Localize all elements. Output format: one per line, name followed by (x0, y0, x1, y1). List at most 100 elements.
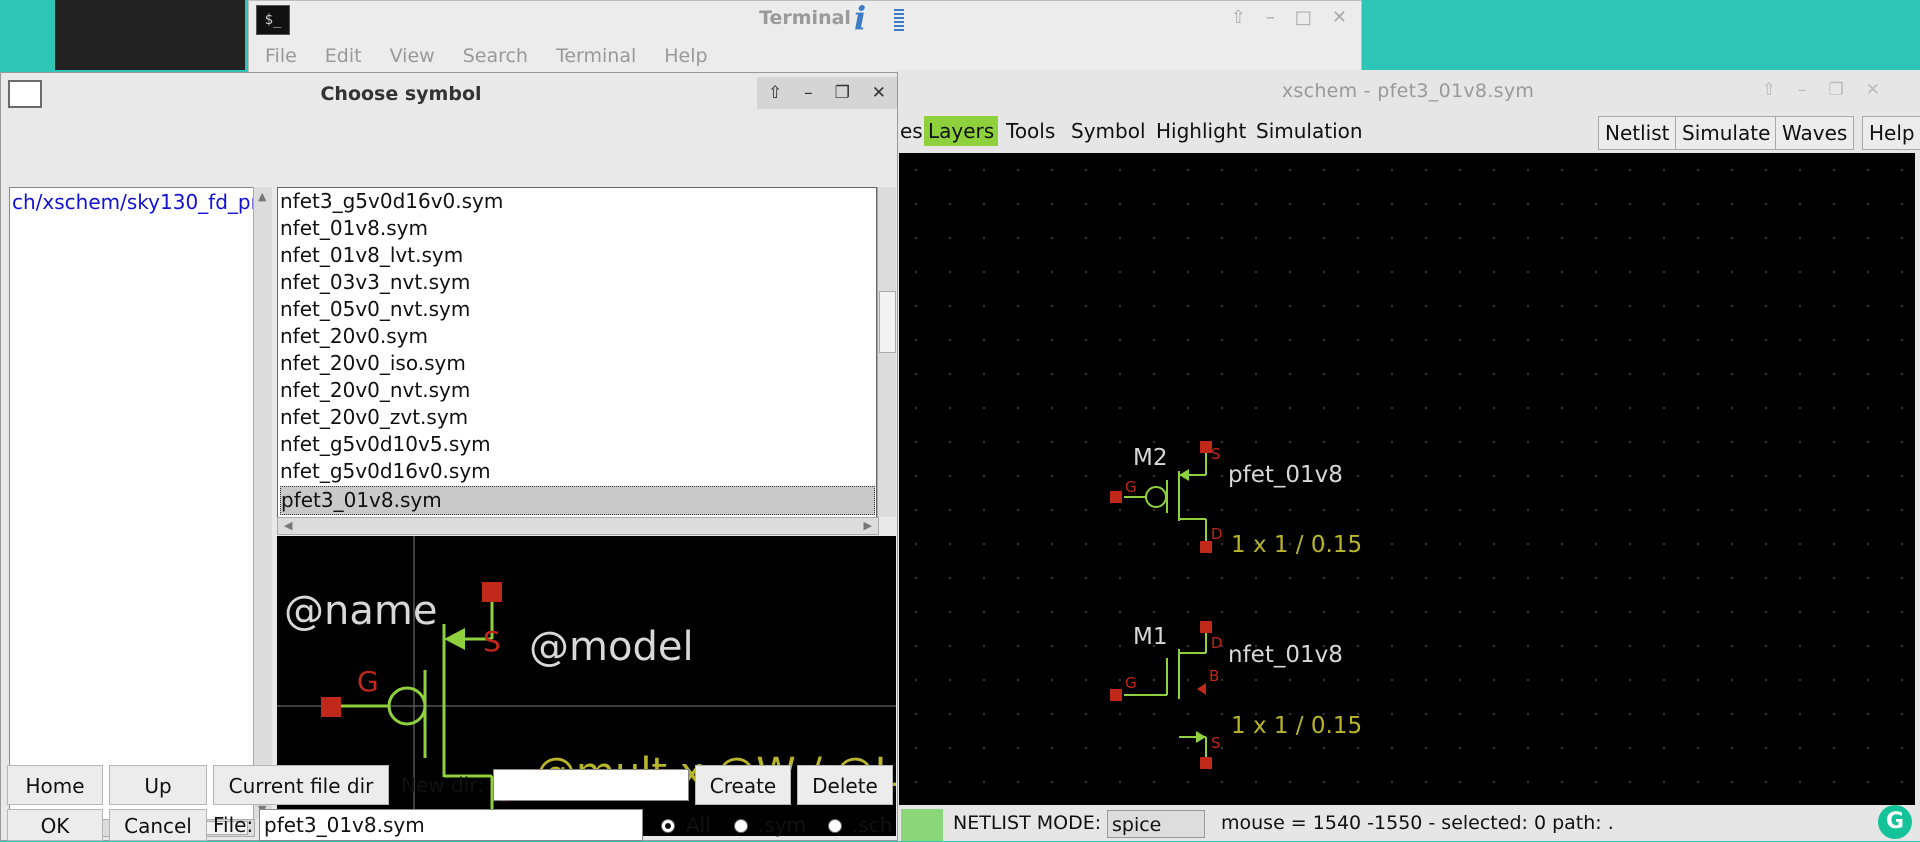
create-button[interactable]: Create (695, 765, 791, 805)
menu-simulation[interactable]: Simulation (1256, 116, 1363, 146)
home-button[interactable]: Home (7, 765, 103, 805)
delete-button[interactable]: Delete (797, 765, 893, 805)
file-list-vscrollbar[interactable] (877, 187, 896, 517)
dialog-close-icon[interactable]: ✕ (872, 83, 886, 103)
scroll-left-arrow-icon[interactable]: ◀ (284, 519, 292, 532)
dialog-minimize-icon[interactable]: – (804, 83, 813, 103)
cancel-button[interactable]: Cancel (109, 809, 207, 841)
m2-name-label: M2 (1133, 445, 1167, 471)
menu-properties-partial[interactable]: es (900, 116, 923, 146)
m1-nfet-symbol[interactable]: M1 D G B S nfet_01v8 1 x 1 / 0.15 (1110, 621, 1362, 769)
xschem-window-controls: ⇧ – ❐ ✕ (1762, 80, 1880, 100)
terminal-close-icon[interactable]: ✕ (1332, 7, 1347, 28)
file-item[interactable]: nfet_03v3_nvt.sym (280, 269, 470, 296)
filter-sch-radio[interactable] (828, 819, 842, 833)
up-button[interactable]: Up (109, 765, 207, 805)
waves-button[interactable]: Waves (1775, 116, 1855, 150)
file-item[interactable]: nfet_01v8.sym (280, 215, 428, 242)
filter-all-radio[interactable] (661, 819, 675, 833)
menu-layers[interactable]: Layers (924, 116, 999, 146)
choose-symbol-dialog: Choose symbol ⇧ – ❐ ✕ ch/xschem/sky130_f… (0, 72, 898, 841)
terminal-menu-view[interactable]: View (390, 45, 435, 67)
schematic-canvas[interactable]: M2 S G D pfet_01v8 1 x 1 / 0.15 M1 D G B (899, 153, 1915, 805)
current-file-dir-button[interactable]: Current file dir (213, 765, 389, 805)
file-list-hscrollbar[interactable]: ◀ ▶ (277, 517, 879, 535)
m1-g-pin[interactable] (1110, 689, 1122, 701)
file-item[interactable]: nfet_20v0.sym (280, 323, 428, 350)
status-indicator (901, 809, 943, 841)
directory-list[interactable]: ch/xschem/sky130_fd_pr (9, 187, 256, 821)
terminal-title: Terminal (759, 7, 851, 29)
scroll-right-arrow-icon[interactable]: ▶ (864, 519, 872, 532)
file-item[interactable]: nfet_g5v0d10v5.sym (280, 431, 491, 458)
new-dir-input[interactable] (493, 769, 689, 801)
xschem-close-icon[interactable]: ✕ (1866, 80, 1880, 100)
terminal-menu-file[interactable]: File (265, 45, 297, 67)
terminal-menu-edit[interactable]: Edit (325, 45, 362, 67)
desktop-dark-panel (55, 0, 245, 70)
preview-s-pin (482, 582, 502, 602)
terminal-menubar: File Edit View Search Terminal Help (265, 45, 708, 67)
file-item[interactable]: nfet_g5v0d16v0.sym (280, 458, 491, 485)
file-item[interactable]: nfet_20v0_iso.sym (280, 350, 466, 377)
xschem-menubar: es Layers Tools Symbol Highlight Simulat… (896, 116, 1920, 152)
xschem-shade-icon[interactable]: ⇧ (1762, 80, 1776, 100)
preview-g-label: G (357, 665, 379, 698)
m2-s-pin-label: S (1211, 445, 1221, 463)
menu-highlight[interactable]: Highlight (1156, 116, 1246, 146)
file-item[interactable]: nfet_05v0_nvt.sym (280, 296, 470, 323)
netlist-mode-field[interactable]: spice (1107, 810, 1205, 838)
scroll-up-arrow-icon[interactable]: ▲ (258, 190, 266, 203)
terminal-menu-terminal[interactable]: Terminal (556, 45, 636, 67)
directory-vscrollbar[interactable]: ▲ ▼ (253, 187, 272, 819)
m2-model-label: pfet_01v8 (1228, 462, 1343, 488)
dialog-shade-icon[interactable]: ⇧ (768, 83, 782, 103)
m1-size-label: 1 x 1 / 0.15 (1231, 713, 1362, 739)
m1-d-pin[interactable] (1200, 621, 1212, 633)
file-item[interactable]: nfet_20v0_zvt.sym (280, 404, 468, 431)
dialog-title: Choose symbol (320, 83, 482, 105)
info-icon[interactable]: i (854, 0, 866, 37)
xschem-minimize-icon[interactable]: – (1798, 80, 1807, 100)
file-item[interactable]: nfet3_g5v0d16v0.sym (280, 188, 503, 215)
terminal-maximize-icon[interactable]: □ (1295, 7, 1312, 28)
netlist-mode-label: NETLIST MODE: (953, 812, 1102, 834)
terminal-menu-search[interactable]: Search (463, 45, 528, 67)
simulate-button[interactable]: Simulate (1675, 116, 1778, 150)
grammarly-icon[interactable]: G (1878, 805, 1912, 839)
m1-s-pin[interactable] (1200, 757, 1212, 769)
m2-size-label: 1 x 1 / 0.15 (1231, 532, 1362, 558)
file-input[interactable]: pfet3_01v8.sym (259, 809, 643, 841)
file-item[interactable]: nfet_20v0_nvt.sym (280, 377, 470, 404)
m1-d-pin-label: D (1211, 634, 1223, 652)
terminal-window[interactable]: $_ Terminal i ⇧ – □ ✕ File Edit View Sea… (248, 0, 1362, 74)
m2-pfet-symbol[interactable]: M2 S G D pfet_01v8 1 x 1 / 0.15 (1110, 441, 1362, 558)
preview-model-label: @model (529, 624, 694, 670)
terminal-minimize-icon[interactable]: – (1266, 7, 1275, 28)
new-dir-label: New dir: (401, 773, 484, 797)
preview-g-pin (321, 697, 341, 717)
preview-s-label: S (483, 625, 501, 658)
file-list[interactable]: nfet3_g5v0d16v0.sym nfet_01v8.sym nfet_0… (277, 187, 877, 519)
help-button[interactable]: Help (1862, 116, 1920, 150)
menu-tools[interactable]: Tools (1006, 116, 1055, 146)
m2-d-pin-label: D (1211, 525, 1223, 543)
menu-symbol[interactable]: Symbol (1071, 116, 1146, 146)
filter-all-label: All (686, 813, 711, 837)
file-list-vscroll-thumb[interactable] (879, 291, 896, 353)
filter-sym-radio[interactable] (734, 819, 748, 833)
dialog-maximize-icon[interactable]: ❐ (835, 83, 850, 103)
m2-g-pin[interactable] (1110, 491, 1122, 503)
file-label: File: (213, 813, 254, 837)
file-item-selected[interactable]: pfet3_01v8.sym (280, 486, 875, 515)
m1-model-label: nfet_01v8 (1228, 642, 1343, 668)
directory-path-item[interactable]: ch/xschem/sky130_fd_pr (12, 190, 256, 214)
terminal-shade-icon[interactable]: ⇧ (1231, 7, 1246, 28)
terminal-menu-help[interactable]: Help (664, 45, 707, 67)
m1-b-pin[interactable] (1197, 683, 1206, 695)
file-item[interactable]: nfet_01v8_lvt.sym (280, 242, 463, 269)
ok-button[interactable]: OK (7, 809, 103, 841)
xschem-maximize-icon[interactable]: ❐ (1829, 80, 1844, 100)
netlist-button[interactable]: Netlist (1598, 116, 1677, 150)
filter-sym-label: .sym (758, 813, 807, 837)
